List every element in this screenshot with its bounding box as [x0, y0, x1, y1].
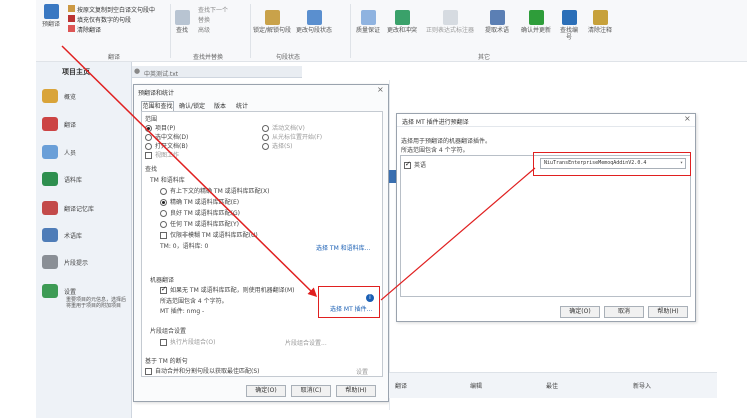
arrow-to-mt-option	[61, 45, 318, 298]
annotation-arrows	[61, 45, 536, 301]
arrow-to-plugin-dialog	[380, 167, 536, 301]
